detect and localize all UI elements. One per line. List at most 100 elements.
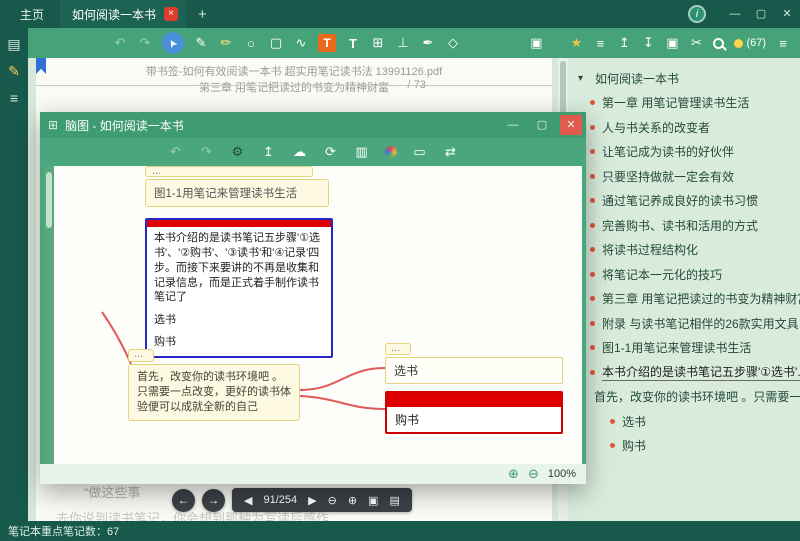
zoom-out-button[interactable]: ⊖ <box>328 494 337 507</box>
mindmap-maximize-button[interactable]: ▢ <box>531 115 553 135</box>
mindmap-node-collapsed[interactable]: ... <box>128 349 154 362</box>
next-page-button[interactable]: ▶ <box>308 494 316 507</box>
home-button[interactable]: 主页 <box>0 6 60 23</box>
outline-item-label: 只要坚持做就一定会有效 <box>602 168 734 185</box>
close-button[interactable]: ✕ <box>774 0 800 28</box>
text-tool[interactable]: T <box>345 36 361 51</box>
new-tab-button[interactable]: + <box>198 6 207 23</box>
history-back-button[interactable]: ← <box>172 489 195 512</box>
document-tab[interactable]: 如何阅读一本书 × <box>60 0 186 28</box>
note-count-button[interactable]: (67) <box>734 37 766 49</box>
note-list-icon[interactable]: ≡ <box>593 36 607 51</box>
mindmap-zoom-in-icon[interactable]: ⊕ <box>508 466 519 482</box>
undo-icon[interactable]: ↶ <box>112 35 128 51</box>
bullet-icon <box>590 223 595 228</box>
mindmap-node-clipped[interactable]: ... <box>145 166 313 177</box>
outline-item[interactable]: 第三章 用笔记把读过的书变为精神财富 <box>568 287 800 312</box>
outline-item[interactable]: 通过笔记养成良好的读书习惯 <box>568 189 800 214</box>
outline-item[interactable]: 只要坚持做就一定会有效 <box>568 164 800 189</box>
outline-item[interactable]: 人与书关系的改变者 <box>568 115 800 140</box>
mindmap-title-bar[interactable]: ⊞ 脑图 - 如何阅读一本书 — ▢ ✕ <box>40 112 586 138</box>
prev-page-button[interactable]: ◀ <box>244 494 252 507</box>
outline-item[interactable]: 将读书过程结构化 <box>568 238 800 263</box>
redo-icon[interactable]: ↷ <box>137 35 153 51</box>
outline-item[interactable]: 购书 <box>568 434 800 459</box>
mindmap-node-goushu[interactable]: 购书 <box>385 391 563 434</box>
cloud-sync-icon[interactable]: ☁ <box>292 144 308 160</box>
mindmap-export-icon[interactable]: ↥ <box>261 144 277 160</box>
outline-item[interactable]: 图1-1用笔记来管理读书生活 <box>568 336 800 361</box>
outline-item[interactable]: 附录 与读书笔记相伴的26款实用文具 <box>568 311 800 336</box>
shape-tool[interactable]: ◇ <box>445 35 461 51</box>
mindmap-minimize-button[interactable]: — <box>502 115 524 135</box>
mindmap-node-figure[interactable]: 图1-1用笔记来管理读书生活 <box>145 179 329 207</box>
fit-width-button[interactable]: ▤ <box>389 494 399 507</box>
textbox-tool[interactable]: ⊞ <box>370 35 386 51</box>
squiggle-tool[interactable]: ∿ <box>293 35 309 51</box>
info-icon[interactable]: i <box>688 5 706 23</box>
highlight-text-tool[interactable]: T <box>318 34 336 52</box>
mindmap-close-button[interactable]: ✕ <box>560 115 582 135</box>
presentation-icon[interactable]: ▭ <box>412 144 428 160</box>
notes-panel-icon[interactable]: ▤ <box>6 36 22 53</box>
mindmap-scrollbar-thumb[interactable] <box>46 172 52 228</box>
outline-item-root[interactable]: ▾ 如何阅读一本书 <box>568 66 800 91</box>
mindmap-node-xuanshu[interactable]: 选书 <box>385 357 563 384</box>
mindmap-undo-icon[interactable]: ↶ <box>168 144 184 160</box>
zoom-in-button[interactable]: ⊕ <box>348 494 357 507</box>
mindmap-canvas[interactable]: ... 图1-1用笔记来管理读书生活 本书介绍的是读书笔记五步骤'①选书'、'②… <box>44 166 582 464</box>
outline-item-active[interactable]: 本书介绍的是读书笔记五步骤'①选书'... <box>568 360 800 385</box>
outline-item-label: 通过笔记养成良好的读书习惯 <box>602 192 758 209</box>
scissors-icon[interactable]: ✂ <box>689 35 703 51</box>
tab-close-icon[interactable]: × <box>164 7 178 21</box>
outline-item[interactable]: 选书 <box>568 409 800 434</box>
fit-canvas-icon[interactable]: ⇄ <box>443 144 459 160</box>
bullet-icon <box>590 100 595 105</box>
mindmap-node-note[interactable]: 本书介绍的是读书笔记五步骤'①选书'、'②购书'、'③读书'和'④记录'四步。而… <box>145 218 333 358</box>
annotate-panel-icon[interactable]: ✎ <box>6 63 22 80</box>
outline-item-expandable[interactable]: ▾ 首先，改变你的读书环境吧 。只需要一点... <box>568 385 800 410</box>
history-forward-button[interactable]: → <box>202 489 225 512</box>
theme-palette-icon[interactable] <box>385 146 397 158</box>
mindmap-node-collapsed[interactable]: ... <box>385 343 411 355</box>
pdf-body-text: “做这些事 <box>84 482 140 501</box>
pen-tool[interactable]: ✎ <box>193 35 209 51</box>
outline-item[interactable]: 让笔记成为读书的好伙伴 <box>568 140 800 165</box>
export-icon[interactable]: ↥ <box>617 35 631 51</box>
history-icon[interactable]: ⟳ <box>323 144 339 160</box>
minimize-button[interactable]: — <box>722 0 748 28</box>
star-icon[interactable]: ★ <box>569 35 583 51</box>
outline-item[interactable]: 将笔记本一元化的技巧 <box>568 262 800 287</box>
maximize-button[interactable]: ▢ <box>748 0 774 28</box>
hamburger-icon[interactable]: ≡ <box>6 90 22 106</box>
fit-page-button[interactable]: ▣ <box>368 494 378 507</box>
rectangle-tool[interactable]: ▢ <box>268 35 284 51</box>
outline-item[interactable]: 第一章 用笔记管理读书生活 <box>568 91 800 116</box>
chapter-title: 第三章 用笔记把读过的书变为精神财富 <box>199 82 389 94</box>
outline-item-label: 人与书关系的改变者 <box>602 119 710 136</box>
menu-icon[interactable]: ≡ <box>776 36 790 51</box>
mindmap-redo-icon[interactable]: ↷ <box>199 144 215 160</box>
search-icon[interactable] <box>713 38 724 49</box>
chevron-down-icon[interactable]: ▾ <box>578 73 588 84</box>
mindmap-scrollbar[interactable] <box>44 166 54 464</box>
app-window: 主页 如何阅读一本书 × + i — ▢ ✕ ↶ ↷ ➤ ✎ ✏ ○ ▢ ∿ T… <box>0 0 800 541</box>
outline-item[interactable]: 完善购书、读书和活用的方式 <box>568 213 800 238</box>
ink-tool[interactable]: ✒ <box>420 35 436 51</box>
import-icon[interactable]: ↧ <box>641 35 655 51</box>
mindmap-zoom-out-icon[interactable]: ⊖ <box>528 466 539 482</box>
cursor-icon: ➤ <box>165 36 181 50</box>
mindmap-node-left[interactable]: 首先，改变你的读书环境吧 。只需要一点改变，更好的读书体验便可以成就全新的自己 <box>128 364 300 421</box>
underline-tool[interactable]: ⊥ <box>395 35 411 51</box>
lightbulb-icon <box>734 39 743 48</box>
layout-columns-icon[interactable]: ▥ <box>354 144 370 160</box>
select-tool-button[interactable]: ➤ <box>162 32 184 54</box>
gear-icon[interactable]: ⚙ <box>230 144 246 160</box>
outline-item-label: 第三章 用笔记把读过的书变为精神财富 <box>602 290 800 307</box>
bullet-icon <box>590 296 595 301</box>
image-icon[interactable]: ▣ <box>665 35 679 51</box>
title-bar: 主页 如何阅读一本书 × + i — ▢ ✕ <box>0 0 800 28</box>
ellipse-tool[interactable]: ○ <box>243 36 259 51</box>
highlighter-tool[interactable]: ✏ <box>218 35 234 51</box>
panel-toggle-icon[interactable]: ▣ <box>528 35 544 51</box>
